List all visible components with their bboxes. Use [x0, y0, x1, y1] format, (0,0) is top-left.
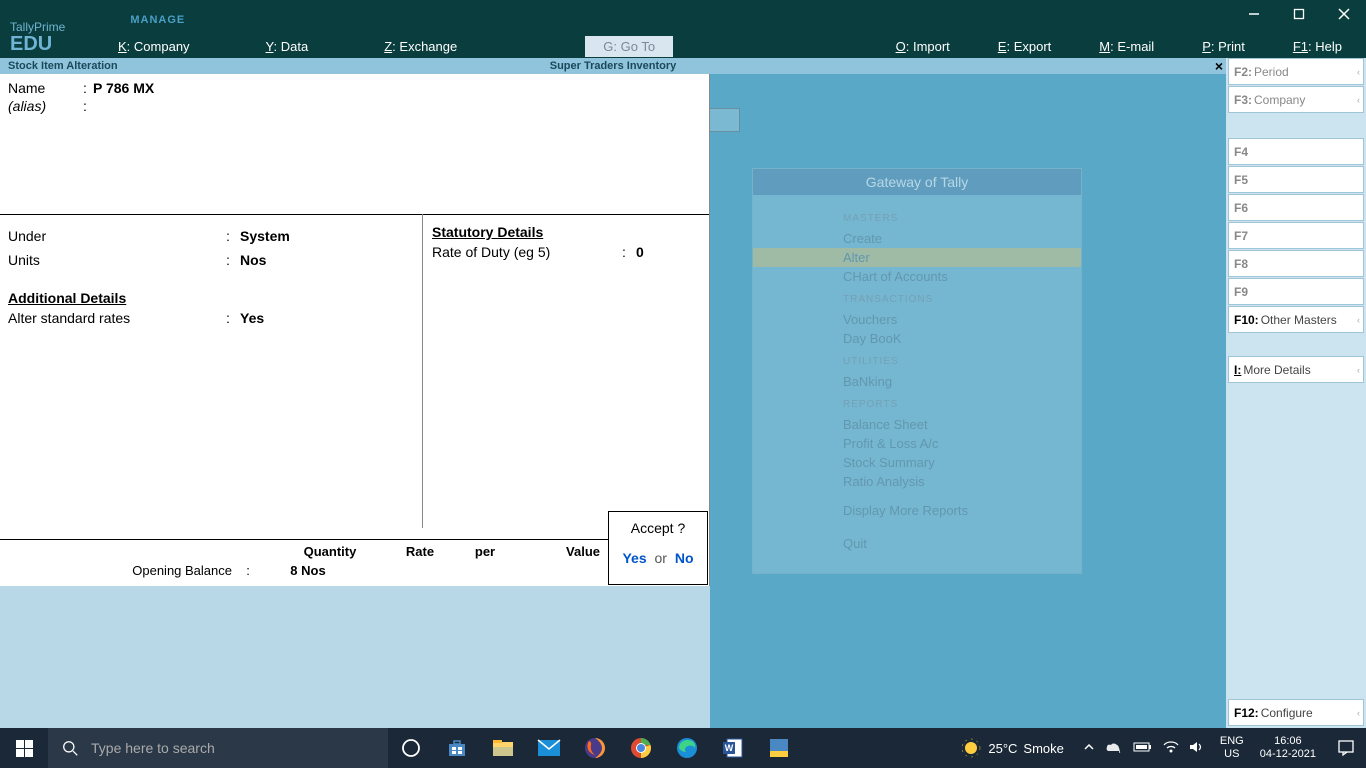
store-icon[interactable] [434, 728, 480, 768]
gateway-panel: Gateway of Tally MASTERS Create Alter CH… [752, 168, 1082, 574]
maximize-button[interactable] [1276, 0, 1321, 28]
gw-balance[interactable]: Balance Sheet [843, 415, 1081, 434]
gw-banking[interactable]: BaNking [843, 372, 1081, 391]
menu-data[interactable]: Y: Data [248, 36, 327, 57]
work-area: Stock Item Alteration Super Traders Inve… [0, 58, 1366, 728]
additional-heading: Additional Details [8, 290, 418, 306]
accept-yes[interactable]: Yes [622, 550, 646, 566]
duty-label: Rate of Duty (eg 5) [432, 244, 622, 260]
edition-label: EDU [0, 33, 100, 56]
context-bar: Stock Item Alteration Super Traders Inve… [0, 58, 1226, 74]
fn-f10-other-masters[interactable]: F10:Other Masters‹ [1228, 306, 1364, 333]
cortana-icon[interactable] [388, 728, 434, 768]
duty-value[interactable]: 0 [636, 244, 644, 260]
gw-quit[interactable]: Quit [843, 534, 1081, 553]
opening-balance-section: Quantity Rate per Value Opening Balance … [0, 539, 610, 586]
gateway-title: Gateway of Tally [753, 169, 1081, 195]
search-icon [62, 740, 79, 757]
menu-goto[interactable]: G: Go To [585, 36, 673, 57]
fn-f5[interactable]: F5 [1228, 166, 1364, 193]
name-value[interactable]: P 786 MX [93, 80, 154, 96]
clock[interactable]: 16:06 04-12-2021 [1250, 735, 1326, 761]
name-label: Name [8, 80, 83, 96]
alias-label: (alias) [8, 98, 83, 114]
notifications-icon[interactable] [1326, 739, 1366, 757]
fn-f8[interactable]: F8 [1228, 250, 1364, 277]
taskbar: Type here to search W 25°C Smoke ENG US … [0, 728, 1366, 768]
tray-battery-icon[interactable] [1128, 741, 1158, 756]
gw-display[interactable]: Display More Reports [843, 501, 1081, 520]
chrome-icon[interactable] [618, 728, 664, 768]
firefox-icon[interactable] [572, 728, 618, 768]
under-label: Under [8, 228, 226, 244]
gw-create[interactable]: Create [843, 229, 1081, 248]
col-quantity: Quantity [280, 544, 380, 559]
minimize-button[interactable] [1231, 0, 1276, 28]
col-rate: Rate [380, 544, 460, 559]
close-button[interactable] [1321, 0, 1366, 28]
svg-text:W: W [725, 743, 734, 753]
fn-f4[interactable]: F4 [1228, 138, 1364, 165]
stock-item-form: Name : P 786 MX (alias) : Under:System U… [0, 74, 710, 586]
tray-onedrive-icon[interactable] [1100, 741, 1128, 756]
accept-question: Accept ? [609, 512, 707, 550]
gw-daybook[interactable]: Day BooK [843, 329, 1081, 348]
context-company: Super Traders Inventory [550, 60, 677, 72]
menu-bar: EDU K: Company Y: Data Z: Exchange G: Go… [0, 34, 1366, 58]
menu-company[interactable]: K: Company [100, 36, 208, 57]
menu-import[interactable]: O: Import [872, 36, 974, 57]
tray-wifi-icon[interactable] [1158, 740, 1184, 757]
gw-ratio[interactable]: Ratio Analysis [843, 472, 1081, 491]
tray-chevron-icon[interactable] [1078, 741, 1100, 756]
title-bar: TallyPrime MANAGE [0, 0, 1366, 34]
accept-no[interactable]: No [675, 550, 694, 566]
fn-f7[interactable]: F7 [1228, 222, 1364, 249]
context-title: Stock Item Alteration [0, 60, 118, 72]
gw-alter[interactable]: Alter [753, 248, 1081, 267]
gw-pl[interactable]: Profit & Loss A/c [843, 434, 1081, 453]
gw-stock[interactable]: Stock Summary [843, 453, 1081, 472]
weather-icon [960, 737, 982, 759]
menu-help[interactable]: F1: Help [1269, 36, 1366, 57]
units-value[interactable]: Nos [240, 252, 266, 268]
fn-f9[interactable]: F9 [1228, 278, 1364, 305]
tally-taskbar-icon[interactable] [756, 728, 802, 768]
taskbar-search[interactable]: Type here to search [48, 728, 388, 768]
tray-volume-icon[interactable] [1184, 740, 1210, 757]
system-tray [1074, 740, 1214, 757]
context-close-icon[interactable]: × [1215, 58, 1223, 74]
units-label: Units [8, 252, 226, 268]
col-per: per [460, 544, 510, 559]
menu-print[interactable]: P: Print [1178, 36, 1269, 57]
gw-chart[interactable]: CHart of Accounts [843, 267, 1081, 286]
fn-f3-company[interactable]: F3:Company‹ [1228, 86, 1364, 113]
alter-rates-label: Alter standard rates [8, 310, 226, 326]
menu-exchange[interactable]: Z: Exchange [366, 36, 475, 57]
function-panel: F2:Period‹ F3:Company‹ F4 F5 F6 F7 F8 F9… [1226, 58, 1366, 728]
col-value: Value [510, 544, 610, 559]
statutory-heading: Statutory Details [432, 224, 702, 240]
weather-widget[interactable]: 25°C Smoke [950, 737, 1074, 759]
mail-icon[interactable] [526, 728, 572, 768]
app-name: TallyPrime [0, 16, 75, 34]
fn-f2-period[interactable]: F2:Period‹ [1228, 58, 1364, 85]
menu-email[interactable]: M: E-mail [1075, 36, 1178, 57]
opening-qty[interactable]: 8 Nos [258, 563, 358, 578]
window-controls [1231, 0, 1366, 28]
alter-rates-value[interactable]: Yes [240, 310, 264, 326]
accept-dialog: Accept ? Yes or No [608, 511, 708, 585]
menu-export[interactable]: E: Export [974, 36, 1075, 57]
edge-icon[interactable] [664, 728, 710, 768]
gw-vouchers[interactable]: Vouchers [843, 310, 1081, 329]
fn-f6[interactable]: F6 [1228, 194, 1364, 221]
word-icon[interactable]: W [710, 728, 756, 768]
opening-label: Opening Balance [0, 563, 238, 578]
under-value[interactable]: System [240, 228, 290, 244]
fn-f12-configure[interactable]: F12:Configure‹ [1228, 699, 1364, 726]
language-indicator[interactable]: ENG US [1214, 735, 1250, 761]
manage-tab[interactable]: MANAGE [130, 14, 185, 34]
start-button[interactable] [0, 728, 48, 768]
fn-i-more-details[interactable]: I:More Details‹ [1228, 356, 1364, 383]
explorer-icon[interactable] [480, 728, 526, 768]
